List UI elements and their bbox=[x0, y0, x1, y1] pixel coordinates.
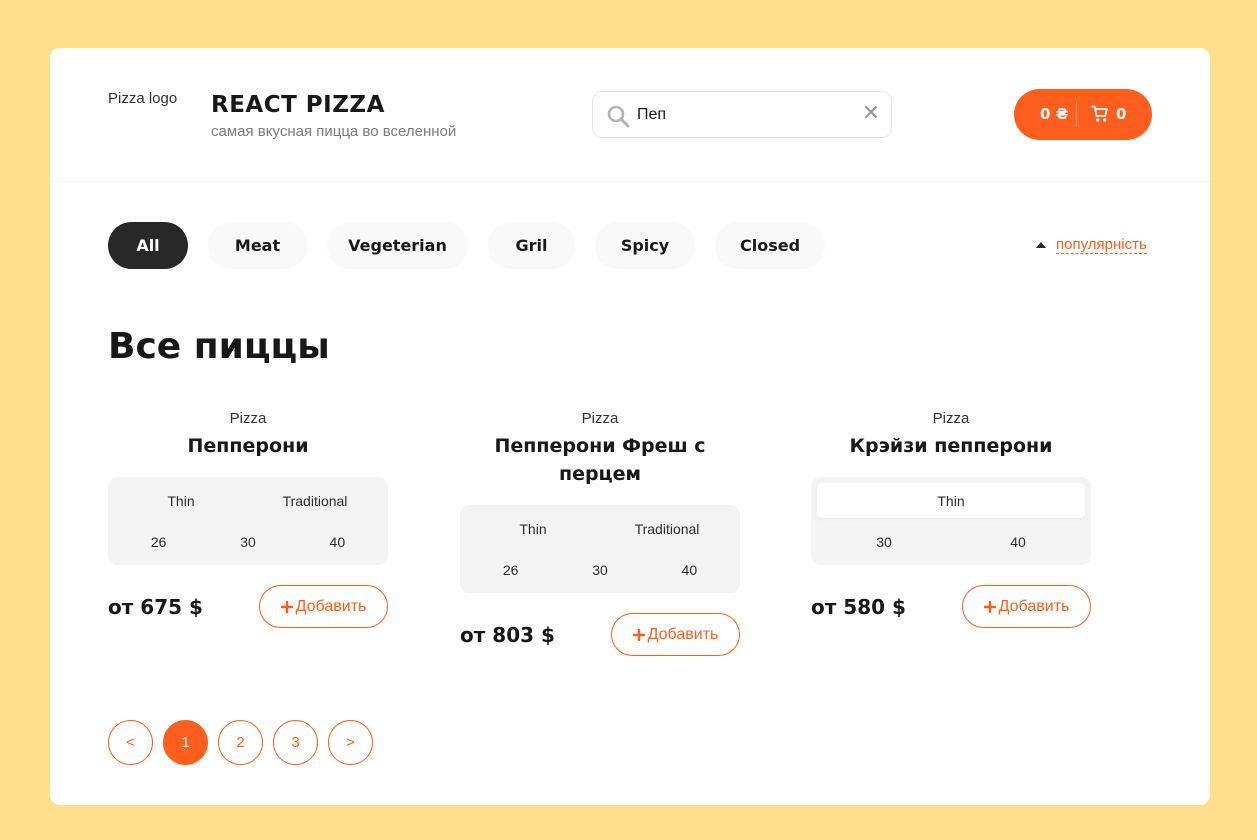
pizza-selector: Thin Traditional 26 30 40 bbox=[108, 477, 388, 565]
pizza-card: Pizza Крэйзи пепперони Thin 30 40 от 580… bbox=[811, 408, 1091, 628]
dough-type-option[interactable]: Thin bbox=[466, 511, 600, 546]
cart-count: 0 bbox=[1116, 105, 1127, 123]
add-to-cart-button[interactable]: Добавить bbox=[962, 585, 1091, 628]
cart-icon bbox=[1091, 105, 1108, 122]
pizza-selector: Thin 30 40 bbox=[811, 477, 1091, 565]
sort-value[interactable]: популярність bbox=[1056, 236, 1147, 254]
page-title: Все пиццы bbox=[108, 326, 330, 367]
size-option[interactable]: 30 bbox=[817, 524, 951, 559]
size-option[interactable]: 40 bbox=[645, 552, 734, 587]
size-option[interactable]: 26 bbox=[466, 552, 555, 587]
size-option[interactable]: 30 bbox=[203, 524, 292, 559]
add-to-cart-label: Добавить bbox=[295, 597, 367, 615]
category-meat[interactable]: Meat bbox=[208, 222, 307, 269]
pizza-selector: Thin Traditional 26 30 40 bbox=[460, 505, 740, 593]
plus-icon bbox=[632, 628, 645, 641]
logo-image[interactable]: Pizza logo bbox=[108, 90, 177, 107]
category-spicy[interactable]: Spicy bbox=[595, 222, 695, 269]
dough-type-option[interactable]: Traditional bbox=[248, 483, 382, 518]
category-vegeterian[interactable]: Vegeterian bbox=[327, 222, 468, 269]
pagination-next-button[interactable]: > bbox=[328, 720, 373, 765]
dough-type-list: Thin bbox=[817, 483, 1085, 518]
app-wrapper: Pizza logo REACT PIZZA самая вкусная пиц… bbox=[50, 48, 1210, 805]
cart-divider bbox=[1076, 102, 1077, 127]
size-list: 30 40 bbox=[817, 524, 1085, 559]
add-to-cart-label: Добавить bbox=[647, 625, 719, 643]
triangle-up-icon bbox=[1036, 242, 1046, 248]
pagination-page-3[interactable]: 3 bbox=[273, 720, 318, 765]
brand-subtitle: самая вкусная пицца во вселенной bbox=[211, 123, 457, 140]
pizza-card-bottom: от 675 $ Добавить bbox=[108, 585, 388, 628]
plus-icon bbox=[983, 600, 996, 613]
pizza-title: Крэйзи пепперони bbox=[849, 435, 1053, 457]
pizza-price: от 675 $ bbox=[108, 595, 203, 619]
add-to-cart-label: Добавить bbox=[998, 597, 1070, 615]
pizza-title: Пепперони Фреш с перцем bbox=[494, 435, 706, 485]
pizza-price: от 803 $ bbox=[460, 623, 555, 647]
pizza-card-bottom: от 803 $ Добавить bbox=[460, 613, 740, 656]
add-to-cart-button[interactable]: Добавить bbox=[259, 585, 388, 628]
size-option[interactable]: 30 bbox=[555, 552, 644, 587]
pagination-page-2[interactable]: 2 bbox=[218, 720, 263, 765]
dough-type-list: Thin Traditional bbox=[114, 483, 382, 518]
category-all[interactable]: All bbox=[108, 222, 188, 269]
size-option[interactable]: 40 bbox=[951, 524, 1085, 559]
add-to-cart-button[interactable]: Добавить bbox=[611, 613, 740, 656]
pizza-price: от 580 $ bbox=[811, 595, 906, 619]
pizza-card: Pizza Пепперони Thin Traditional 26 30 4… bbox=[108, 408, 388, 628]
pagination-page-1[interactable]: 1 bbox=[163, 720, 208, 765]
close-icon[interactable] bbox=[863, 104, 879, 120]
cart-total-price: 0 ₴ bbox=[1040, 105, 1069, 123]
pizza-card: Pizza Пепперони Фреш с перцем Thin Tradi… bbox=[460, 408, 740, 656]
pizza-image: Pizza bbox=[581, 410, 619, 427]
size-list: 26 30 40 bbox=[466, 552, 734, 587]
dough-type-list: Thin Traditional bbox=[466, 511, 734, 546]
pizza-card-bottom: от 580 $ Добавить bbox=[811, 585, 1091, 628]
size-option[interactable]: 26 bbox=[114, 524, 203, 559]
search-input[interactable] bbox=[637, 100, 857, 130]
category-gril[interactable]: Gril bbox=[488, 222, 575, 269]
search-box bbox=[592, 91, 892, 138]
header: Pizza logo REACT PIZZA самая вкусная пиц… bbox=[50, 48, 1210, 182]
size-option[interactable]: 40 bbox=[293, 524, 382, 559]
dough-type-option[interactable]: Traditional bbox=[600, 511, 734, 546]
plus-icon bbox=[280, 600, 293, 613]
pagination-prev-button[interactable]: < bbox=[108, 720, 153, 765]
search-icon bbox=[607, 105, 630, 128]
pizza-image: Pizza bbox=[229, 410, 267, 427]
cart-button[interactable]: 0 ₴ 0 bbox=[1014, 89, 1152, 140]
dough-type-option[interactable]: Thin bbox=[817, 483, 1085, 518]
pizza-image: Pizza bbox=[932, 410, 970, 427]
category-closed[interactable]: Closed bbox=[715, 222, 825, 269]
dough-type-option[interactable]: Thin bbox=[114, 483, 248, 518]
brand-title[interactable]: REACT PIZZA bbox=[211, 92, 385, 118]
size-list: 26 30 40 bbox=[114, 524, 382, 559]
pizza-title: Пепперони bbox=[187, 435, 309, 457]
